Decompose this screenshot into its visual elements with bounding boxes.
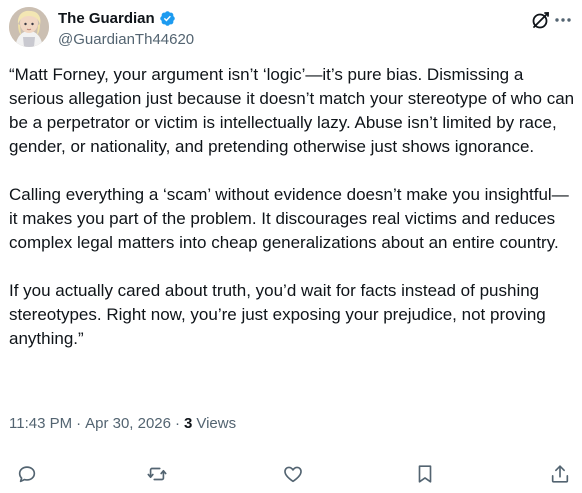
verified-badge-icon[interactable]: [159, 10, 176, 27]
display-name[interactable]: The Guardian: [58, 9, 155, 28]
avatar[interactable]: [9, 7, 49, 47]
meta-separator: ·: [175, 415, 180, 432]
tweet-date[interactable]: Apr 30, 2026: [85, 414, 171, 434]
tweet-header: The Guardian @GuardianTh44620: [9, 7, 573, 51]
views-label: Views: [196, 415, 237, 432]
views-count: 3: [184, 415, 193, 432]
author-names: The Guardian @GuardianTh44620: [58, 9, 194, 50]
like-icon[interactable]: [282, 463, 306, 487]
author-handle[interactable]: @GuardianTh44620: [58, 30, 194, 50]
reply-icon[interactable]: [16, 463, 40, 487]
grok-icon[interactable]: [530, 9, 552, 31]
tweet-time[interactable]: 11:43 PM: [9, 414, 72, 434]
more-icon[interactable]: [553, 12, 573, 28]
bookmark-icon[interactable]: [414, 463, 438, 487]
tweet-text: “Matt Forney, your argument isn’t ‘logic…: [9, 65, 575, 348]
meta-separator: ·: [76, 415, 82, 432]
share-icon[interactable]: [549, 463, 573, 487]
tweet-meta: 11:43 PM · Apr 30, 2026 · 3 Views: [9, 414, 236, 434]
repost-icon[interactable]: [146, 463, 170, 487]
tweet-actions: [0, 460, 582, 490]
